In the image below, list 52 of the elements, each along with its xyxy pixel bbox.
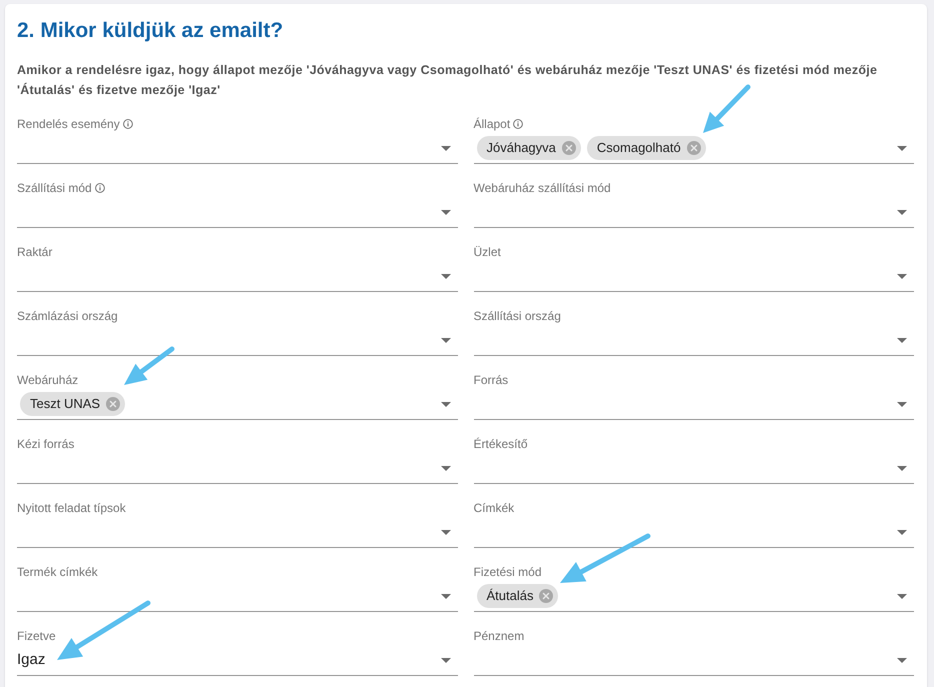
caret-icon — [440, 146, 450, 150]
field-label: Termék címkék — [17, 564, 98, 581]
field-label: Fizetve — [17, 628, 56, 645]
field-label: Pénznem — [474, 628, 524, 645]
caret-icon — [897, 338, 907, 342]
field-label: Forrás — [474, 372, 508, 389]
caret-icon — [440, 466, 450, 470]
caret-icon — [897, 658, 907, 662]
select-field[interactable]: Átutalás — [474, 581, 914, 612]
field-label: Számlázási ország — [17, 308, 118, 325]
caret-icon — [897, 466, 907, 470]
caret-icon — [897, 530, 907, 534]
field-value: Igaz — [17, 650, 46, 670]
caret-icon — [897, 274, 907, 278]
tag-chip[interactable]: Átutalás — [476, 584, 558, 608]
caret-icon — [440, 530, 450, 534]
field-label: Raktár — [17, 244, 52, 261]
callout-arrow — [703, 84, 750, 133]
field-label: Webáruház szállítási mód — [474, 180, 611, 197]
field-label: Állapot — [474, 116, 510, 133]
field-label: Nyitott feladat típsok — [17, 500, 126, 517]
caret-icon — [440, 210, 450, 214]
field-label: Címkék — [474, 500, 514, 517]
tag-chip[interactable]: Csomagolható — [586, 136, 706, 160]
caret-icon — [440, 274, 450, 278]
caret-icon — [440, 402, 450, 406]
clear-icon[interactable] — [106, 397, 120, 411]
tag-chip[interactable]: Jóváhagyva — [476, 136, 581, 160]
condition-description: Amikor a rendelésre igaz, hogy állapot mezője 'Jóváhagyva vagy Csomagolható' és webáruház mezője 'Teszt UNAS' és fizetési mód mezője 'Átutalás' és fizetve mezője 'Igaz' — [17, 62, 878, 99]
field-label: Üzlet — [474, 244, 501, 261]
caret-icon — [897, 210, 907, 214]
clear-icon[interactable] — [539, 589, 554, 603]
select-field[interactable]: Jóváhagyva Csomagolható — [474, 133, 914, 164]
clear-icon[interactable] — [686, 141, 701, 155]
field-label: Szállítási ország — [474, 308, 561, 325]
callout-arrow — [124, 346, 174, 385]
field-label: Szállítási mód — [17, 180, 92, 197]
caret-icon — [897, 402, 907, 406]
field-label: Fizetési mód — [474, 564, 542, 581]
caret-icon — [897, 594, 907, 598]
tag-chip[interactable]: Teszt UNAS — [20, 392, 126, 416]
field-label: Webáruház — [17, 372, 78, 389]
field-label: Kézi forrás — [17, 436, 74, 453]
field-label: Rendelés esemény — [17, 116, 120, 133]
caret-icon — [440, 594, 450, 598]
clear-icon[interactable] — [562, 141, 576, 155]
caret-icon — [440, 658, 450, 662]
caret-icon — [440, 338, 450, 342]
field-label: Értékesítő — [474, 436, 528, 453]
select-field[interactable]: Teszt UNAS — [17, 389, 458, 420]
caret-icon — [897, 146, 907, 150]
section-title: 2. Mikor küldjük az emailt? — [17, 18, 284, 44]
